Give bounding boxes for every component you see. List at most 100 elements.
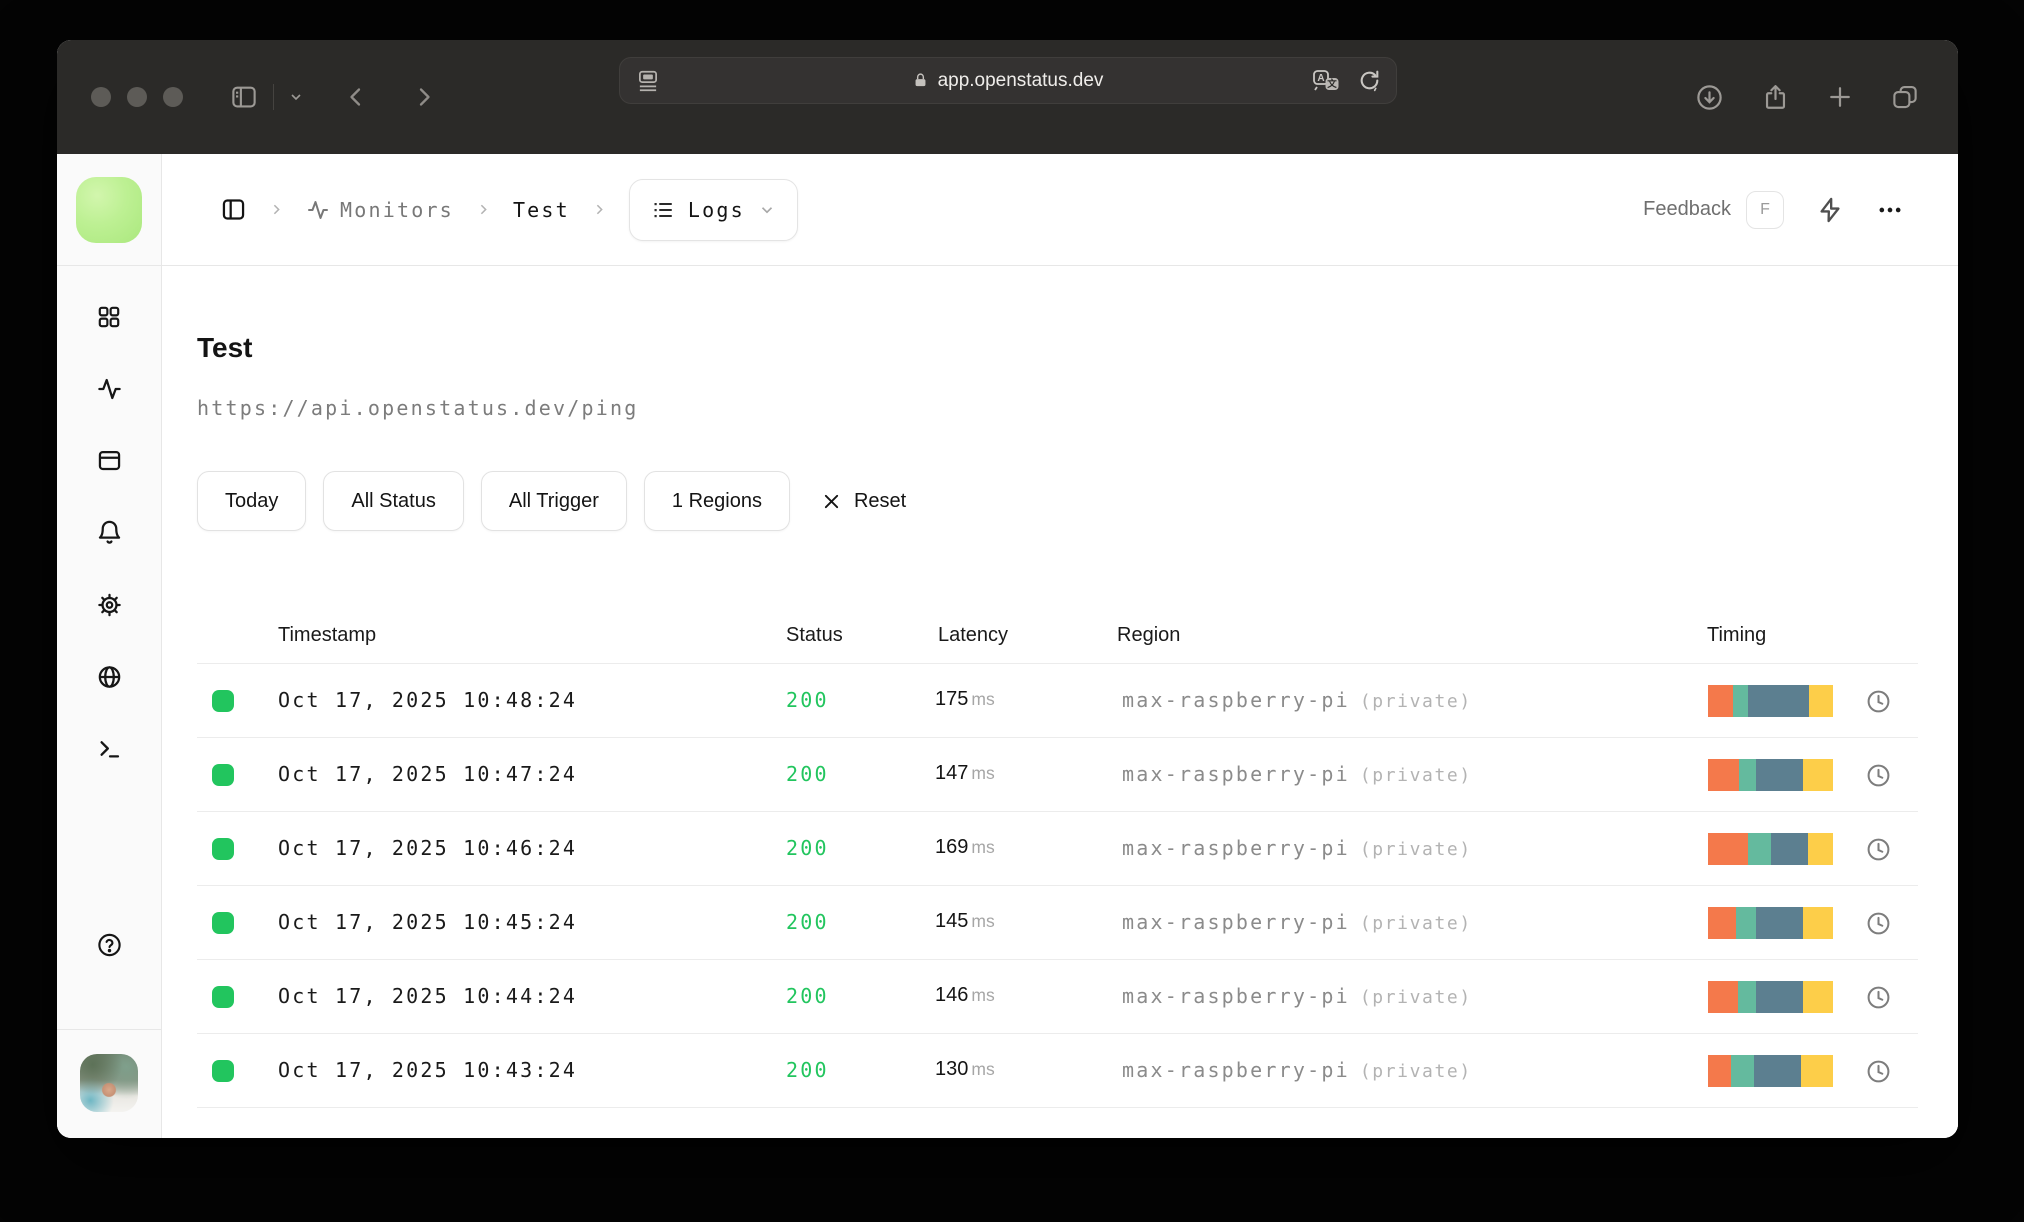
sidebar-item-settings[interactable] — [96, 591, 123, 618]
log-row[interactable]: Oct 17, 2025 10:46:24 200 169 ms max-rasp… — [197, 812, 1918, 886]
site-settings-icon[interactable] — [635, 68, 661, 94]
region-visibility: (private) — [1359, 691, 1472, 712]
feedback-button[interactable]: Feedback F — [1643, 190, 1784, 229]
chevron-right-icon — [591, 201, 608, 218]
forward-button[interactable] — [412, 85, 436, 109]
row-timestamp: Oct 17, 2025 10:44:24 — [278, 984, 578, 1008]
timing-bar — [1708, 685, 1833, 717]
help-button[interactable] — [96, 931, 123, 958]
user-avatar[interactable] — [80, 1054, 138, 1112]
clock-icon[interactable] — [1865, 762, 1892, 789]
log-row[interactable]: Oct 17, 2025 10:45:24 200 145 ms max-rasp… — [197, 886, 1918, 960]
timing-segment — [1755, 759, 1803, 791]
clock-icon[interactable] — [1865, 836, 1892, 863]
timing-segment — [1803, 907, 1833, 939]
region-visibility: (private) — [1359, 839, 1472, 860]
sidebar-item-monitors[interactable] — [96, 375, 123, 402]
latency-unit: ms — [971, 1059, 995, 1079]
table-header: Timestamp Status Latency Region Timing — [197, 618, 1918, 664]
row-latency: 145 ms — [935, 910, 995, 932]
reload-icon[interactable] — [1357, 68, 1382, 93]
timing-segment — [1748, 833, 1771, 865]
reset-filters-button[interactable]: Reset — [821, 490, 906, 513]
quick-actions-button[interactable] — [1816, 196, 1844, 224]
timing-segment — [1754, 1055, 1801, 1087]
row-timestamp: Oct 17, 2025 10:47:24 — [278, 762, 578, 786]
ellipsis-icon — [1876, 196, 1904, 224]
translate-icon[interactable]: A 文 — [1311, 68, 1343, 94]
region-visibility: (private) — [1359, 987, 1472, 1008]
timing-segment — [1735, 907, 1756, 939]
filter-button[interactable]: All Trigger — [480, 471, 627, 531]
sidebar-item-cli[interactable] — [96, 735, 123, 762]
sidebar-menu-chevron[interactable] — [288, 89, 304, 105]
zoom-button[interactable] — [163, 87, 183, 107]
timing-segment — [1739, 759, 1756, 791]
timing-segment — [1800, 1055, 1833, 1087]
clock-icon[interactable] — [1865, 910, 1892, 937]
clock-icon[interactable] — [1865, 1058, 1892, 1085]
activity-icon — [306, 198, 330, 222]
breadcrumb-item-monitor-name[interactable]: Test — [513, 198, 570, 222]
new-tab-button[interactable] — [1826, 83, 1854, 111]
column-latency: Latency — [938, 624, 1009, 646]
timing-bar — [1708, 907, 1833, 939]
timing-segment — [1708, 833, 1748, 865]
status-indicator — [212, 838, 234, 860]
lock-icon — [912, 71, 929, 90]
sidebar-item-dashboard[interactable] — [96, 303, 123, 330]
filter-buttons: Today All Status All Trigger 1 Regions — [197, 471, 790, 531]
filter-button[interactable]: 1 Regions — [643, 471, 790, 531]
sidebar-item-notifications[interactable] — [96, 519, 123, 546]
forward-icon — [412, 85, 436, 109]
minimize-button[interactable] — [127, 87, 147, 107]
timing-segment — [1803, 759, 1833, 791]
more-options-button[interactable] — [1876, 196, 1904, 224]
toolbar-divider — [273, 84, 274, 110]
timing-segment — [1708, 1055, 1731, 1087]
timing-segment — [1755, 981, 1803, 1013]
close-button[interactable] — [91, 87, 111, 107]
clock-icon[interactable] — [1865, 688, 1892, 715]
view-selector[interactable]: Logs — [628, 178, 798, 241]
share-button[interactable] — [1761, 82, 1790, 113]
log-row[interactable]: Oct 17, 2025 10:48:24 200 175 ms max-rasp… — [197, 664, 1918, 738]
sidebar-toggle-button[interactable] — [229, 82, 259, 112]
downloads-button[interactable] — [1694, 82, 1725, 113]
clock-icon[interactable] — [1865, 984, 1892, 1011]
log-row[interactable]: Oct 17, 2025 10:44:24 200 146 ms max-rasp… — [197, 960, 1918, 1034]
region-visibility: (private) — [1359, 1061, 1472, 1082]
workspace-logo-cell — [57, 154, 162, 266]
app-sidebar-toggle-button[interactable] — [220, 196, 247, 223]
filter-button[interactable]: All Status — [323, 471, 464, 531]
address-bar[interactable]: app.openstatus.dev A 文 — [618, 57, 1397, 104]
x-icon — [821, 491, 842, 512]
row-region: max-raspberry-pi (private) — [1122, 762, 1472, 786]
log-row[interactable]: Oct 17, 2025 10:47:24 200 147 ms max-rasp… — [197, 738, 1918, 812]
breadcrumb-item-monitors[interactable]: Monitors — [306, 198, 454, 222]
tab-overview-button[interactable] — [1890, 82, 1920, 112]
row-region: max-raspberry-pi (private) — [1122, 910, 1472, 934]
latency-unit: ms — [971, 837, 995, 857]
address-text[interactable]: app.openstatus.dev — [938, 70, 1104, 92]
row-timestamp: Oct 17, 2025 10:45:24 — [278, 910, 578, 934]
timing-segment — [1770, 833, 1808, 865]
chevron-down-icon — [288, 89, 304, 105]
row-status: 200 — [786, 836, 829, 860]
latency-unit: ms — [971, 763, 995, 783]
log-row[interactable]: Oct 17, 2025 10:43:24 200 130 ms max-rasp… — [197, 1034, 1918, 1108]
row-status: 200 — [786, 1058, 829, 1082]
region-visibility: (private) — [1359, 765, 1472, 786]
timing-segment — [1708, 685, 1733, 717]
latency-unit: ms — [971, 689, 995, 709]
monitor-endpoint: https://api.openstatus.dev/ping — [197, 396, 639, 420]
log-rows: Oct 17, 2025 10:48:24 200 175 ms max-rasp… — [197, 664, 1918, 1108]
timing-bar — [1708, 1055, 1833, 1087]
sidebar-item-regions[interactable] — [96, 663, 123, 690]
sidebar-item-status-pages[interactable] — [96, 447, 123, 474]
row-latency: 169 ms — [935, 836, 995, 858]
back-button[interactable] — [344, 85, 368, 109]
filter-button[interactable]: Today — [197, 471, 307, 531]
workspace-logo[interactable] — [76, 176, 142, 243]
row-status: 200 — [786, 688, 829, 712]
